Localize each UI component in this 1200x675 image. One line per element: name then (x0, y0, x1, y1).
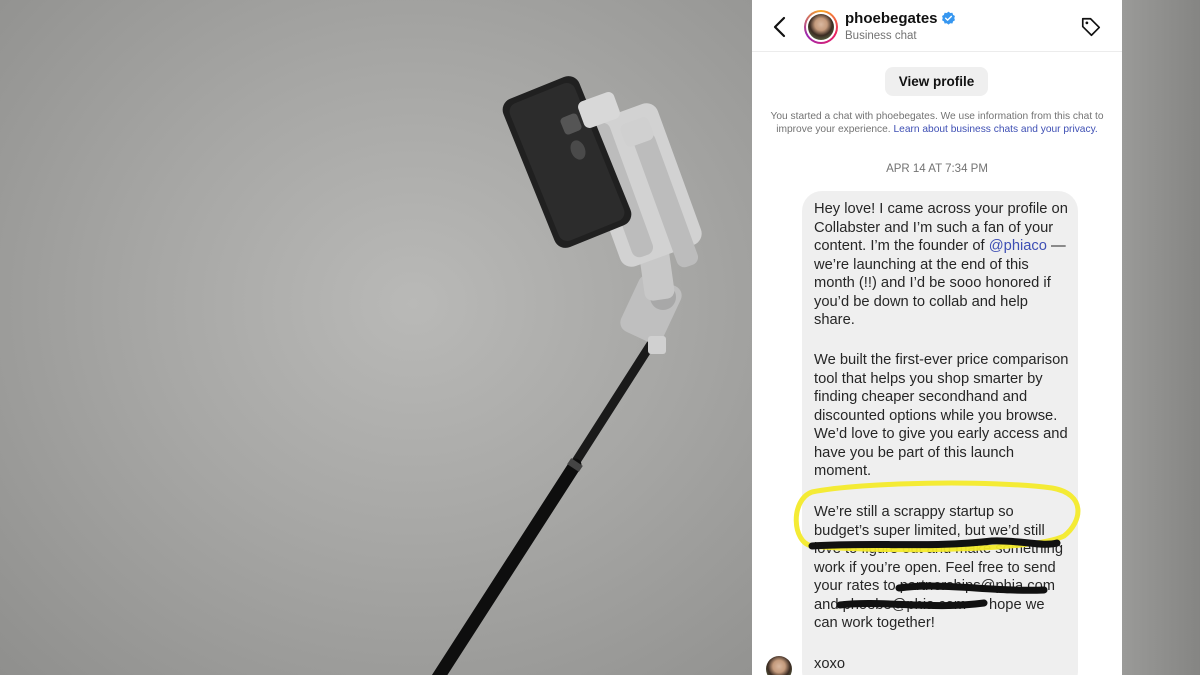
message-paragraph-2: We built the first-ever price comparison… (814, 352, 1069, 479)
message-bubble[interactable]: Hey love! I came across your profile on … (802, 191, 1078, 675)
chevron-left-icon[interactable] (772, 16, 786, 38)
chat-header: phoebegates Business chat (752, 0, 1122, 52)
selfie-stick-illustration (431, 76, 702, 675)
message-signoff: xoxo (814, 656, 846, 672)
message-paragraph-1: Hey love! I came across your profile on … (814, 200, 1070, 330)
tag-icon[interactable] (1080, 16, 1102, 38)
business-chat-disclaimer: You started a chat with phoebegates. We … (756, 111, 1118, 136)
business-chat-panel: phoebegates Business chat View profile Y… (752, 0, 1122, 675)
photo-background-right (1122, 0, 1200, 675)
message-paragraph-3: We’re still a scrappy startup so budget’… (814, 504, 1064, 631)
view-profile-button[interactable]: View profile (885, 67, 988, 96)
username[interactable]: phoebegates (845, 10, 938, 27)
selfie-stick-photo (0, 0, 752, 675)
chat-type-label: Business chat (845, 30, 917, 42)
message-timestamp: APR 14 AT 7:34 PM (886, 163, 988, 175)
mention-link[interactable]: @phiaco (989, 238, 1047, 254)
privacy-link[interactable]: Learn about business chats and your priv… (893, 124, 1097, 135)
sender-avatar[interactable] (766, 656, 792, 675)
verified-badge-icon (942, 11, 955, 25)
avatar[interactable] (804, 10, 838, 44)
